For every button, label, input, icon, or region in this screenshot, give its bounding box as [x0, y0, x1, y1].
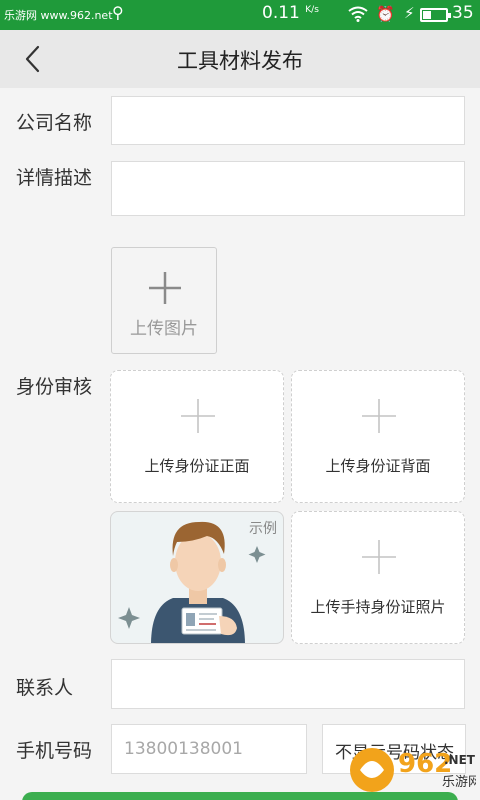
- battery-fill: [423, 11, 431, 19]
- watermark-site: 乐游网: [442, 775, 476, 790]
- handheld-id-example: 示例: [110, 511, 284, 644]
- id-front-label: 上传身份证正面: [144, 457, 250, 475]
- example-tag: 示例: [249, 521, 277, 537]
- plus-icon: [362, 540, 396, 574]
- upload-id-handheld-button[interactable]: 上传手持身份证照片: [291, 511, 465, 644]
- id-handheld-label: 上传手持身份证照片: [310, 598, 446, 616]
- contact-input[interactable]: [112, 660, 464, 708]
- company-field-box: [111, 96, 465, 145]
- page-title: 工具材料发布: [177, 49, 303, 73]
- contact-field-box: [111, 659, 465, 709]
- alarm-icon: ⏰: [376, 5, 395, 23]
- plus-icon: [149, 272, 181, 304]
- upload-image-button[interactable]: 上传图片: [111, 247, 217, 354]
- detail-input[interactable]: [112, 162, 464, 215]
- battery-level: 35: [452, 3, 474, 23]
- identity-label: 身份审核: [16, 376, 93, 398]
- company-input[interactable]: [112, 97, 464, 144]
- phone-field-box: [111, 724, 307, 774]
- company-label: 公司名称: [16, 112, 93, 134]
- watermark-text: 乐游网 www.962.net: [4, 9, 113, 22]
- detail-field-box: [111, 161, 465, 216]
- phone-label: 手机号码: [16, 740, 93, 762]
- site-watermark-logo: 962 .NET 乐游网: [348, 742, 480, 796]
- contact-label: 联系人: [16, 677, 74, 699]
- usb-icon: ⚲: [112, 3, 124, 22]
- plus-icon: [181, 399, 215, 433]
- phone-input[interactable]: [112, 725, 306, 773]
- upload-image-label: 上传图片: [130, 319, 198, 339]
- nav-bar: 工具材料发布: [0, 30, 480, 88]
- wifi-icon: [348, 6, 368, 26]
- detail-label: 详情描述: [16, 167, 93, 189]
- watermark-suffix: .NET: [444, 753, 476, 767]
- upload-id-back-button[interactable]: 上传身份证背面: [291, 370, 465, 503]
- plus-icon: [362, 399, 396, 433]
- status-bar: 乐游网 www.962.net ⚲ 0.11 K/s ⏰ ⚡ 35: [0, 0, 480, 30]
- id-back-label: 上传身份证背面: [325, 457, 431, 475]
- speed-unit: K/s: [305, 5, 319, 15]
- network-speed: 0.11 K/s: [262, 3, 319, 23]
- upload-id-front-button[interactable]: 上传身份证正面: [110, 370, 284, 503]
- battery-icon: [420, 8, 451, 22]
- charging-icon: ⚡: [404, 4, 415, 22]
